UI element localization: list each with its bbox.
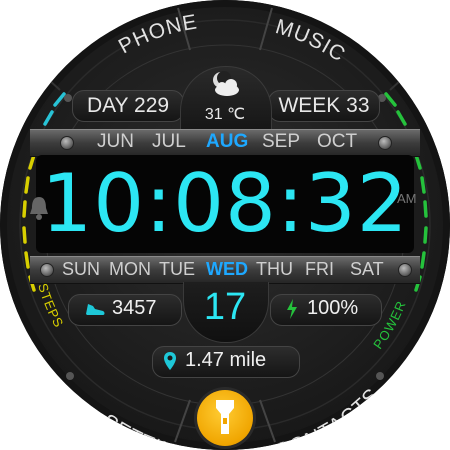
day-of-year: DAY 229 [86, 94, 170, 117]
temperature: 31 ℃ [204, 106, 246, 123]
am-pm-indicator: AM [397, 191, 417, 206]
month-aug: AUG [206, 131, 249, 152]
location-pin-icon [164, 352, 176, 370]
weekday-fri: FRI [305, 259, 334, 279]
weekday-wed: WED [206, 259, 248, 279]
screw-icon [60, 136, 74, 150]
weekday-mon: MON [109, 259, 151, 279]
weekday-thu: THU [256, 259, 293, 279]
screw-icon [398, 263, 412, 277]
weekday-sat: SAT [350, 259, 384, 279]
steps-count: 3457 [112, 297, 157, 319]
weekday-tue: TUE [159, 259, 195, 279]
digital-time: 10:08:32 [41, 157, 409, 250]
lightning-bolt-icon [287, 299, 297, 319]
date-day: 17 [203, 286, 247, 328]
screw-icon [40, 263, 54, 277]
distance-value: 1.47 mile [185, 349, 267, 371]
partly-cloudy-night-icon [213, 71, 239, 96]
screw-icon [378, 136, 392, 150]
battery-level: 100% [307, 297, 359, 319]
steps-arc-label: STEPS [35, 281, 67, 330]
shoe-icon [86, 304, 105, 315]
watch-face: PHONE MUSIC SETTINGS CONTACTS STEPS POWE… [0, 0, 450, 450]
month-oct: OCT [317, 131, 358, 152]
week-number: WEEK 33 [278, 94, 370, 117]
month-sep: SEP [262, 131, 301, 152]
day-of-year-box[interactable]: DAY 229 [72, 90, 184, 122]
weekday-sun: SUN [62, 259, 101, 279]
month-jul: JUL [152, 131, 186, 152]
bell-icon[interactable] [28, 195, 50, 221]
flashlight-icon [216, 400, 234, 434]
month-jun: JUN [97, 131, 134, 152]
week-box[interactable]: WEEK 33 [268, 90, 380, 122]
